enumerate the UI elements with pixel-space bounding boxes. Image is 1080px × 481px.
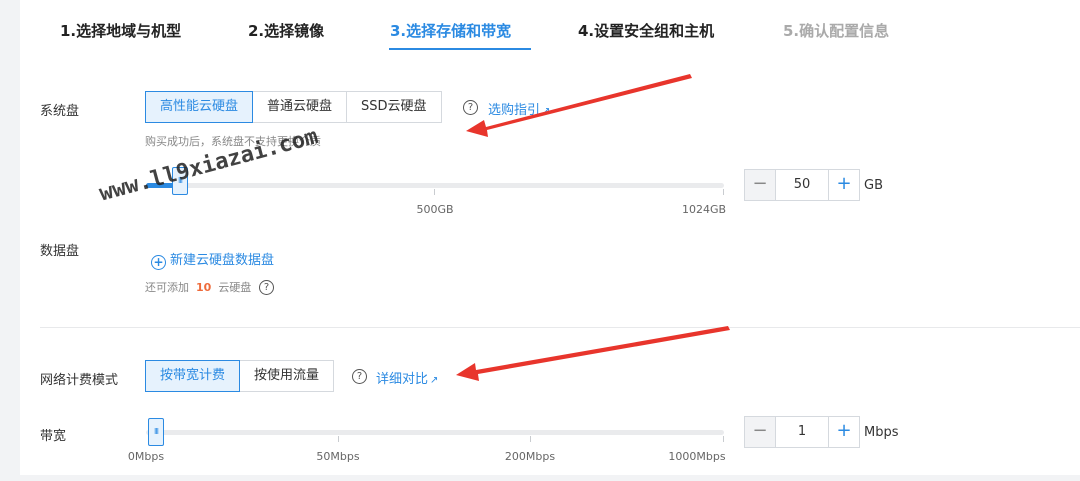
disk-type-premium[interactable]: 高性能云硬盘 <box>145 91 254 123</box>
arrow-icon <box>456 326 730 381</box>
billing-by-bandwidth[interactable]: 按带宽计费 <box>145 360 241 392</box>
annotation-arrows <box>456 74 730 381</box>
arrow-icon <box>466 74 692 137</box>
